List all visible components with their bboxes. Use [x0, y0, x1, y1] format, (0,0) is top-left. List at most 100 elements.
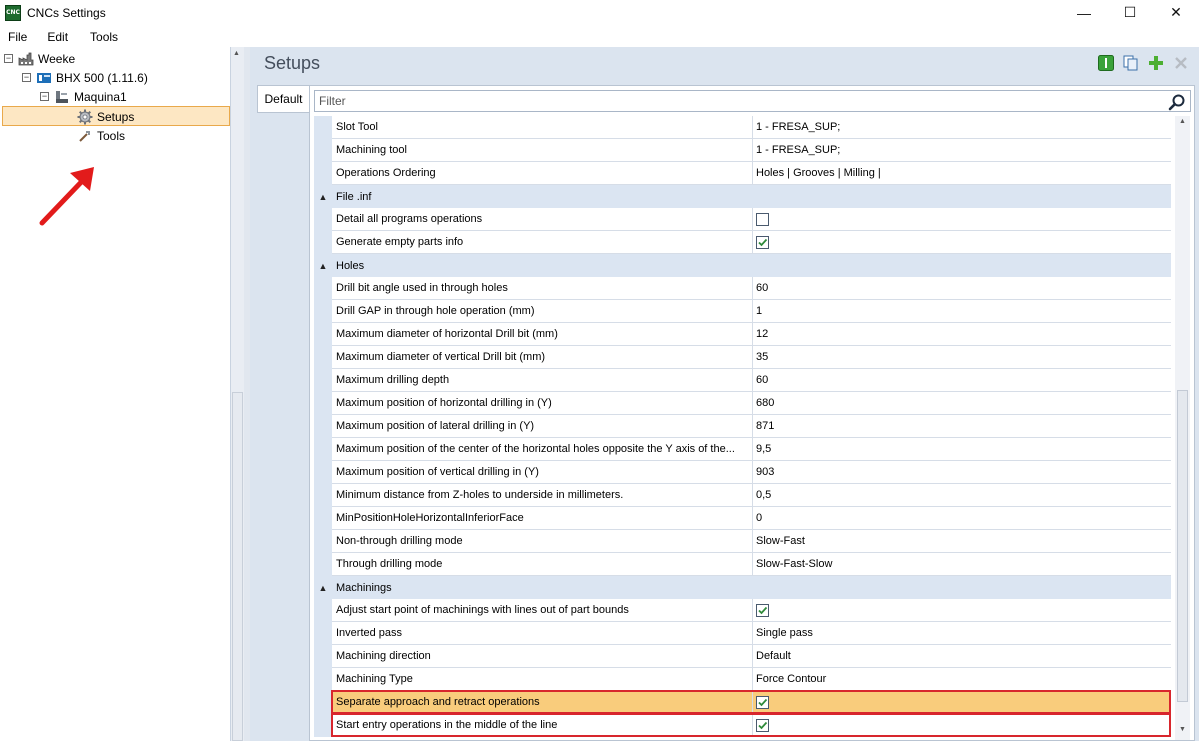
- property-row[interactable]: Machining tool 1 - FRESA_SUP;: [314, 139, 1171, 162]
- property-value[interactable]: 0: [753, 507, 1171, 530]
- search-icon[interactable]: [1168, 93, 1186, 111]
- property-row[interactable]: Through drilling mode Slow-Fast-Slow: [314, 553, 1171, 576]
- checked-checkbox[interactable]: [756, 235, 769, 249]
- property-row[interactable]: Minimum distance from Z-holes to undersi…: [314, 484, 1171, 507]
- row-indent: [314, 300, 332, 323]
- factory-icon: [18, 52, 34, 66]
- property-value[interactable]: Slow-Fast-Slow: [753, 553, 1171, 576]
- property-row[interactable]: Maximum diameter of vertical Drill bit (…: [314, 346, 1171, 369]
- minimize-button[interactable]: —: [1061, 0, 1107, 25]
- property-row[interactable]: Maximum diameter of horizontal Drill bit…: [314, 323, 1171, 346]
- menu-tools[interactable]: Tools: [82, 30, 126, 44]
- property-row[interactable]: Maximum position of lateral drilling in …: [314, 415, 1171, 438]
- property-value[interactable]: 903: [753, 461, 1171, 484]
- maximize-button[interactable]: ☐: [1107, 0, 1153, 25]
- info-icon[interactable]: [1097, 54, 1114, 71]
- property-row[interactable]: Maximum position of the center of the ho…: [314, 438, 1171, 461]
- property-row[interactable]: Drill GAP in through hole operation (mm)…: [314, 300, 1171, 323]
- machine-icon: [54, 90, 70, 104]
- property-value[interactable]: Single pass: [753, 622, 1171, 645]
- property-value[interactable]: 1 - FRESA_SUP;: [753, 139, 1171, 162]
- scroll-down-arrow[interactable]: ▼: [1175, 726, 1190, 738]
- grid-scrollbar[interactable]: ▲ ▼: [1175, 116, 1190, 740]
- checked-checkbox[interactable]: [756, 718, 769, 732]
- property-value[interactable]: 12: [753, 323, 1171, 346]
- setups-panel: Setups Default Slot Tool1 - FRESA_SUP;Ma…: [250, 47, 1199, 741]
- property-value[interactable]: 35: [753, 346, 1171, 369]
- property-row[interactable]: Inverted pass Single pass: [314, 622, 1171, 645]
- checked-checkbox[interactable]: [756, 603, 769, 617]
- category-row[interactable]: ▲ Machinings: [314, 576, 1171, 599]
- collapse-toggle[interactable]: −: [40, 92, 49, 101]
- property-name: Operations Ordering: [332, 162, 753, 185]
- property-row[interactable]: Machining Type Force Contour: [314, 668, 1171, 691]
- collapse-toggle[interactable]: −: [4, 54, 13, 63]
- filter-field[interactable]: [314, 90, 1191, 112]
- row-indent: [314, 346, 332, 369]
- property-value-cell[interactable]: [753, 231, 1171, 254]
- property-value[interactable]: 871: [753, 415, 1171, 438]
- property-value[interactable]: Default: [753, 645, 1171, 668]
- close-button[interactable]: ✕: [1153, 0, 1199, 25]
- property-value[interactable]: 1 - FRESA_SUP;: [753, 116, 1171, 139]
- tree-item-tools[interactable]: Tools: [77, 126, 125, 145]
- property-value[interactable]: Force Contour: [753, 668, 1171, 691]
- scroll-up-arrow[interactable]: ▲: [233, 50, 240, 57]
- property-row[interactable]: Start entry operations in the middle of …: [314, 714, 1171, 737]
- tree-item-maquina1[interactable]: − Maquina1: [40, 87, 127, 106]
- copy-icon[interactable]: [1122, 54, 1139, 71]
- property-row[interactable]: MinPositionHoleHorizontalInferiorFace 0: [314, 507, 1171, 530]
- collapse-chevron-icon[interactable]: ▲: [314, 261, 332, 271]
- property-row[interactable]: Generate empty parts info: [314, 231, 1171, 254]
- scrollbar-thumb[interactable]: [1177, 390, 1188, 702]
- tab-default[interactable]: Default: [257, 85, 309, 113]
- tree-item-setups[interactable]: Setups: [77, 107, 134, 126]
- property-value[interactable]: 60: [753, 277, 1171, 300]
- property-value[interactable]: 60: [753, 369, 1171, 392]
- tree-item-bhx500[interactable]: − BHX 500 (1.11.6): [22, 68, 148, 87]
- property-value[interactable]: Holes | Grooves | Milling |: [753, 162, 1171, 185]
- property-row[interactable]: Drill bit angle used in through holes 60: [314, 277, 1171, 300]
- tree-scrollbar[interactable]: ▲: [231, 47, 244, 741]
- property-name: Drill GAP in through hole operation (mm): [332, 300, 753, 323]
- scroll-up-arrow[interactable]: ▲: [1175, 118, 1190, 130]
- property-row[interactable]: Maximum position of vertical drilling in…: [314, 461, 1171, 484]
- property-row[interactable]: Adjust start point of machinings with li…: [314, 599, 1171, 622]
- property-value[interactable]: Slow-Fast: [753, 530, 1171, 553]
- property-row[interactable]: Slot Tool 1 - FRESA_SUP;: [314, 116, 1171, 139]
- property-value[interactable]: 1: [753, 300, 1171, 323]
- property-row[interactable]: Separate approach and retract operations: [314, 691, 1171, 714]
- property-value-cell[interactable]: [753, 691, 1171, 714]
- delete-icon[interactable]: [1172, 54, 1189, 71]
- filter-input[interactable]: [315, 94, 1155, 108]
- unchecked-checkbox[interactable]: [756, 212, 769, 226]
- category-row[interactable]: ▲ Holes: [314, 254, 1171, 277]
- property-value-cell[interactable]: [753, 714, 1171, 737]
- checked-checkbox[interactable]: [756, 695, 769, 709]
- property-name: Maximum position of horizontal drilling …: [332, 392, 753, 415]
- scrollbar-thumb[interactable]: [232, 392, 243, 741]
- property-row[interactable]: Operations Ordering Holes | Grooves | Mil…: [314, 162, 1171, 185]
- property-value[interactable]: 0,5: [753, 484, 1171, 507]
- property-value-cell[interactable]: [753, 208, 1171, 231]
- collapse-toggle[interactable]: −: [22, 73, 31, 82]
- property-name: Through drilling mode: [332, 553, 753, 576]
- property-value-cell[interactable]: [753, 599, 1171, 622]
- property-name: Start entry operations in the middle of …: [332, 714, 753, 737]
- add-icon[interactable]: [1147, 54, 1164, 71]
- tree-item-weeke[interactable]: − Weeke: [4, 49, 75, 68]
- property-row[interactable]: Maximum position of horizontal drilling …: [314, 392, 1171, 415]
- menu-edit[interactable]: Edit: [39, 30, 76, 44]
- property-value[interactable]: 9,5: [753, 438, 1171, 461]
- category-row[interactable]: ▲ File .inf: [314, 185, 1171, 208]
- row-indent: [314, 323, 332, 346]
- property-row[interactable]: Non-through drilling mode Slow-Fast: [314, 530, 1171, 553]
- menu-file[interactable]: File: [0, 30, 35, 44]
- property-row[interactable]: Machining direction Default: [314, 645, 1171, 668]
- property-name: Generate empty parts info: [332, 231, 753, 254]
- collapse-chevron-icon[interactable]: ▲: [314, 583, 332, 593]
- property-row[interactable]: Maximum drilling depth 60: [314, 369, 1171, 392]
- property-value[interactable]: 680: [753, 392, 1171, 415]
- property-row[interactable]: Detail all programs operations: [314, 208, 1171, 231]
- collapse-chevron-icon[interactable]: ▲: [314, 192, 332, 202]
